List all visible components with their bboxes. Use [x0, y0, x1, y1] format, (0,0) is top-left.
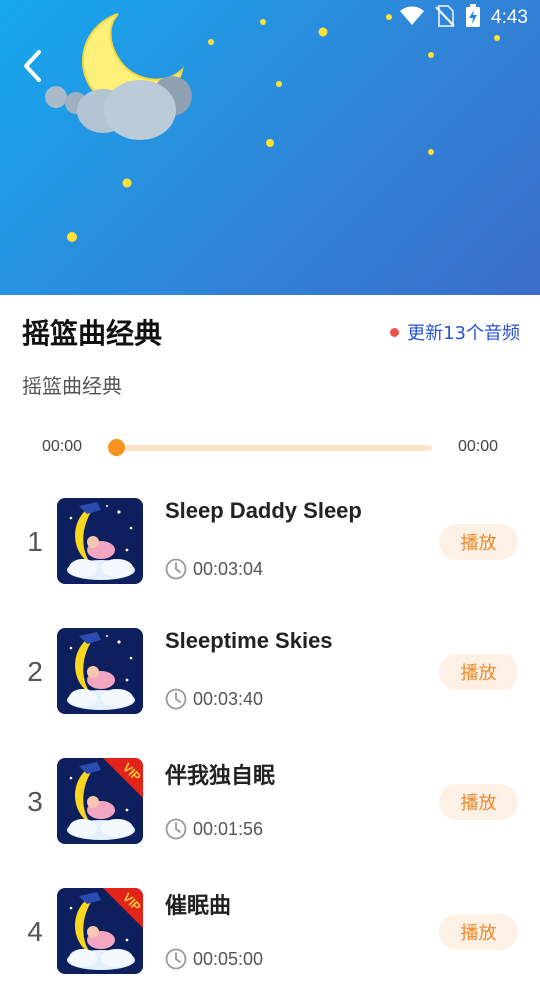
back-arrow-icon [24, 50, 41, 82]
update-info: 更新13个音频 [390, 319, 520, 345]
song-index: 3 [27, 786, 43, 817]
status-bar: 4:43 [399, 4, 528, 32]
song-duration: 00:03:04 [165, 558, 263, 580]
header-banner: 4:43 [0, 0, 540, 295]
song-cover: VIP [57, 888, 143, 974]
total-time: 00:00 [457, 438, 498, 455]
duration-text: 00:01:56 [193, 818, 264, 839]
status-time: 4:43 [491, 7, 528, 28]
duration-text: 00:03:04 [193, 558, 264, 579]
song-index: 4 [27, 916, 43, 947]
song-index: 2 [27, 656, 43, 687]
progress-track[interactable] [114, 445, 432, 451]
song-duration: 00:03:40 [165, 688, 263, 710]
song-row[interactable]: 3 VIP 伴我独自眠 00:01:56 播放 [0, 748, 540, 878]
no-sim-icon [435, 5, 455, 31]
song-title: Sleeptime Skies [165, 628, 333, 653]
song-row[interactable]: 4 VIP 催眠曲 00:05:00 播放 [0, 878, 540, 1008]
wifi-icon [399, 6, 425, 30]
duration-text: 00:03:40 [193, 688, 264, 709]
play-button[interactable]: 播放 [439, 914, 518, 950]
clock-icon [165, 818, 187, 840]
song-cover [57, 498, 143, 584]
clock-icon [165, 688, 187, 710]
song-duration: 00:01:56 [165, 818, 263, 840]
current-time: 00:00 [42, 438, 83, 455]
duration-text: 00:05:00 [193, 948, 264, 969]
album-subtitle: 摇篮曲经典 [22, 374, 122, 398]
song-title: 伴我独自眠 [165, 763, 276, 788]
album-title: 摇篮曲经典 [22, 317, 163, 350]
song-title: Sleep Daddy Sleep [165, 498, 362, 523]
clock-icon [165, 948, 187, 970]
play-button[interactable]: 播放 [439, 524, 518, 560]
battery-charging-icon [465, 4, 481, 32]
update-dot [390, 327, 400, 337]
back-button[interactable] [14, 46, 50, 86]
play-button[interactable]: 播放 [439, 784, 518, 820]
song-title: 催眠曲 [165, 893, 232, 918]
song-cover: VIP [57, 758, 143, 844]
update-count-text: 更新13个音频 [407, 323, 520, 344]
song-index: 1 [27, 526, 43, 557]
audio-progress: 00:00 00:00 [40, 432, 500, 462]
night-sky-illustration [45, 13, 500, 242]
progress-thumb[interactable] [108, 439, 125, 456]
song-row[interactable]: 2 Sleeptime Skies 00:03:40 播放 [0, 618, 540, 748]
song-row[interactable]: 1 Sleep Daddy Sleep 00:03:04 播放 [0, 488, 540, 618]
clock-icon [165, 558, 187, 580]
play-button[interactable]: 播放 [439, 654, 518, 690]
album-header: 摇篮曲经典 更新13个音频 [22, 312, 520, 352]
song-cover [57, 628, 143, 714]
song-duration: 00:05:00 [165, 948, 263, 970]
